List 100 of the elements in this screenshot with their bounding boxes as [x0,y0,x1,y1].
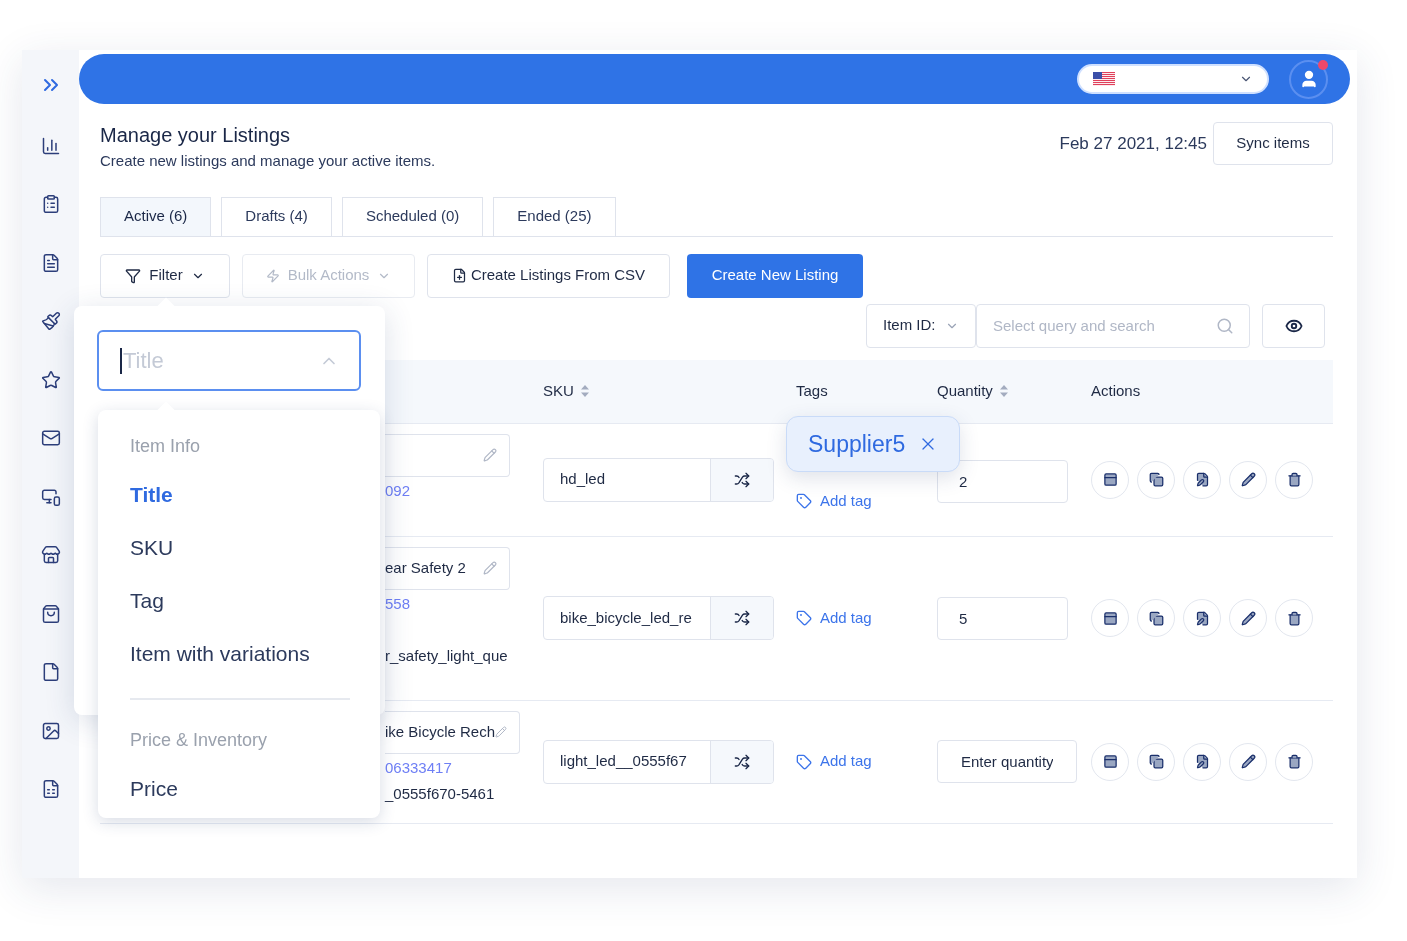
window-button[interactable] [1091,742,1129,781]
add-tag-link[interactable]: Add tag [796,490,872,513]
file-edit-button[interactable] [1183,599,1221,637]
copy-icon [1148,472,1164,487]
sync-button[interactable]: Sync items [1213,122,1333,165]
trash-button[interactable] [1275,460,1313,499]
quantity-field[interactable]: 2 [937,460,1068,503]
avatar-button[interactable] [1289,59,1328,99]
star-icon[interactable] [40,369,61,390]
file-edit-icon [1194,472,1210,487]
item-id-link[interactable]: 092 [385,479,530,502]
file-edit-icon [1194,754,1210,769]
filter-icon [125,267,142,284]
copy-icon [1148,754,1164,769]
tab[interactable]: Drafts (4) [221,196,332,236]
page-title: Manage your Listings [100,123,292,148]
copy-button[interactable] [1137,599,1175,637]
tab[interactable]: Scheduled (0) [341,196,484,236]
pencil-icon [1240,754,1256,769]
chart-icon[interactable] [40,135,61,156]
page-subtitle: Create new listings and manage your active items. [100,151,436,171]
visibility-button[interactable] [1262,303,1325,348]
item-id-link[interactable]: 06333417 [385,756,530,779]
shuffle-icon [734,610,750,626]
column-header: Quantity [937,380,993,401]
filter-button[interactable]: Filter [100,253,230,298]
image-icon[interactable] [40,720,61,741]
csv-button[interactable]: Create Listings From CSV [427,253,670,298]
window-icon [1102,472,1118,487]
title-field[interactable]: ike Bicycle Rech [385,710,520,754]
bag-icon[interactable] [40,603,61,624]
copy-button[interactable] [1137,742,1175,781]
add-tag-link[interactable]: Add tag [796,606,872,630]
tag-label: Supplier5 [808,429,906,459]
window-icon [1102,754,1118,769]
trash-icon [1286,610,1302,626]
tag-icon [796,493,812,510]
sku-field[interactable]: bike_bicycle_led_re [543,596,774,640]
search-icon [1216,316,1234,335]
shuffle-button[interactable] [710,740,773,783]
lightning-icon [265,268,280,283]
pencil-icon [495,725,507,739]
trash-icon [1286,472,1302,487]
shuffle-button[interactable] [710,597,773,639]
quantity-field[interactable]: 5 [937,596,1068,640]
search-field[interactable]: Select query and search [976,303,1250,348]
create-listing-button[interactable]: Create New Listing [687,253,863,298]
pencil-button[interactable] [1229,742,1267,781]
pencil-button[interactable] [1229,460,1267,499]
pencil-button[interactable] [1229,599,1267,637]
shuffle-icon [734,471,750,488]
file-edit-button[interactable] [1183,460,1221,499]
shuffle-icon [734,753,750,770]
tag-icon [796,610,812,626]
dropdown-option[interactable]: Title [130,468,348,521]
tab[interactable]: Ended (25) [493,196,616,236]
column-header: SKU [543,380,574,401]
brush-icon[interactable] [40,311,61,331]
variant-sku: r_safety_light_que [385,646,509,666]
title-text: ike Bicycle Rech [385,721,496,742]
option-group-label: Item Info [130,434,202,458]
pencil-icon [1240,610,1256,626]
tab[interactable]: Active (6) [100,196,212,236]
copy-icon [1148,610,1164,626]
quantity-field[interactable]: Enter quantity [937,740,1077,783]
column-header: Actions [1091,380,1141,401]
dropdown-option[interactable]: Item with variations [130,627,348,680]
option-group-label: Price & Inventory [130,728,269,752]
tag-icon [796,753,812,770]
trash-button[interactable] [1275,599,1313,637]
mail-icon[interactable] [40,428,61,448]
copy-button[interactable] [1137,460,1175,499]
item-id-link[interactable]: 558 [385,592,530,615]
trash-button[interactable] [1275,742,1313,781]
window-button[interactable] [1091,599,1129,637]
filter-field[interactable]: Title [97,330,361,391]
timestamp: Feb 27 2021, 12:45 [1059,132,1207,155]
dropdown-option[interactable]: SKU [130,521,348,574]
flag-icon [1093,72,1115,86]
pencil-icon [1240,472,1256,487]
shuffle-button[interactable] [710,458,773,501]
variant-sku: _0555f670-5461 [385,784,496,804]
column-header: Tags [796,380,828,401]
file-edit-icon [1194,610,1210,626]
window-icon [1102,610,1118,626]
sku-field[interactable]: light_led__0555f67 [543,739,774,784]
item-id-select[interactable]: Item ID: [866,303,976,348]
title-text: ear Safety 2 [385,557,466,578]
dropdown-option[interactable]: Price [130,762,348,815]
add-tag-link[interactable]: Add tag [796,750,872,773]
store-icon[interactable] [40,545,61,565]
file-edit-button[interactable] [1183,742,1221,781]
file-plus-icon [451,268,467,283]
trash-icon [1286,754,1302,769]
sku-field[interactable]: hd_led [543,457,774,502]
pencil-icon [483,448,497,462]
dropdown-option[interactable]: Tag [130,574,348,627]
window-button[interactable] [1091,460,1129,499]
language-select[interactable] [1077,64,1269,94]
pencil-icon [483,561,497,575]
